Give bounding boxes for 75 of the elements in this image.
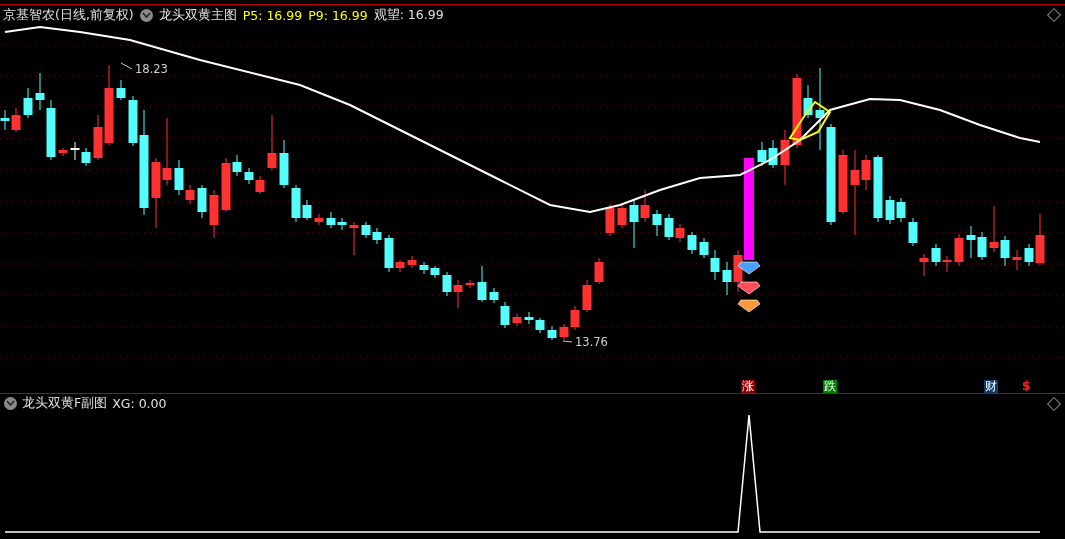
candlestick	[244, 167, 254, 185]
highlight-outline	[788, 100, 832, 142]
candlestick	[908, 217, 918, 247]
candlestick	[407, 255, 417, 269]
candlestick	[279, 139, 289, 189]
candlestick	[197, 184, 207, 219]
candlestick	[594, 257, 604, 285]
candlestick	[465, 279, 475, 289]
dropdown-icon[interactable]	[139, 8, 153, 22]
candlestick	[419, 261, 429, 275]
candlestick	[873, 154, 883, 223]
candlestick	[372, 227, 382, 245]
candlestick	[326, 211, 336, 229]
candlestick	[582, 279, 592, 313]
candlestick	[314, 213, 324, 226]
candlestick	[477, 265, 487, 303]
candlestick	[70, 141, 80, 161]
candlestick	[617, 203, 627, 229]
candlestick	[722, 261, 732, 296]
candlestick	[780, 129, 790, 186]
diamond-icon	[737, 299, 761, 313]
candlestick	[547, 325, 557, 341]
stock-title: 京基智农(日线,前复权)	[3, 6, 134, 24]
price-label: 18.23	[135, 62, 168, 76]
signal-marker: 财	[984, 380, 998, 393]
candlestick	[267, 114, 277, 171]
candlestick	[11, 107, 21, 133]
candlestick	[255, 175, 265, 195]
candlestick	[512, 313, 522, 327]
signal-marker: 涨	[741, 380, 755, 393]
candlestick	[361, 221, 371, 239]
candlestick	[919, 253, 929, 277]
candlestick	[535, 317, 545, 334]
candlestick	[337, 217, 347, 231]
signal-marker: $	[1021, 380, 1032, 393]
price-label: 13.76	[575, 335, 608, 349]
subchart-title: 龙头双黄F副图	[22, 394, 108, 412]
candlestick	[757, 141, 767, 167]
indicator-title: 龙头双黄主图	[158, 6, 237, 24]
diamond-icon	[737, 261, 761, 275]
candlestick	[977, 231, 987, 261]
candlestick	[675, 223, 685, 243]
candlestick	[896, 197, 906, 223]
indicator-value: P5: 16.99	[242, 7, 303, 23]
candlestick	[954, 233, 964, 267]
candlestick	[162, 117, 172, 186]
indicator-value: P9: 16.99	[308, 7, 368, 23]
candlestick	[664, 213, 674, 241]
candlestick	[442, 271, 452, 297]
candlestick	[58, 147, 68, 157]
candlestick	[838, 149, 848, 215]
candlestick	[931, 243, 941, 267]
candlestick	[23, 87, 33, 119]
candlestick	[209, 189, 219, 239]
candlestick	[151, 157, 161, 229]
diamond-icon	[737, 281, 761, 295]
candlestick	[349, 221, 359, 256]
indicator-value: 观望: 16.99	[373, 6, 444, 24]
candlestick	[81, 147, 91, 167]
candlestick	[453, 279, 463, 309]
candlestick	[652, 209, 662, 237]
candlestick	[768, 139, 778, 169]
candlestick	[430, 265, 440, 279]
dropdown-icon[interactable]	[4, 396, 17, 410]
signal-marker: 跌	[823, 380, 837, 393]
candlestick	[687, 231, 697, 255]
candlestick	[966, 225, 976, 259]
candlestick	[942, 255, 952, 273]
subchart-value: XG: 0.00	[112, 395, 167, 411]
candlestick	[116, 79, 126, 101]
candlestick	[1012, 249, 1022, 271]
candlestick	[524, 311, 534, 325]
candlestick	[885, 195, 895, 225]
candlestick	[605, 203, 615, 237]
candlestick	[0, 109, 10, 131]
